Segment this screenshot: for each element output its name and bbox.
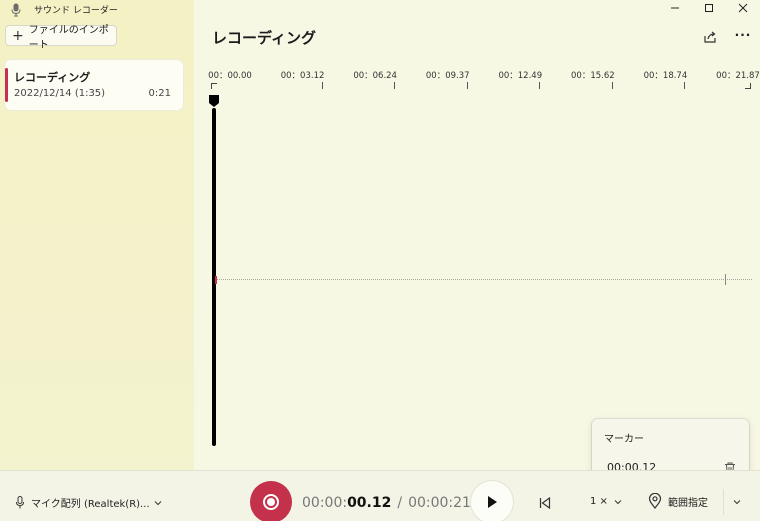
timeline-tick [539,82,541,89]
chevron-down-icon [614,499,622,504]
microphone-label: マイク配列 (Realtek(R)... [31,499,150,510]
range-end-bracket [745,83,751,89]
playback-bar: マイク配列 (Realtek(R)... 00:00:00.12 / 00:00:2… [0,470,760,521]
share-button[interactable] [702,29,718,45]
time-display: 00:00:00.12 / 00:00:21 [302,495,471,511]
more-icon: ··· [734,28,752,42]
record-icon [263,494,279,510]
playback-speed-selector[interactable]: 1 × [590,496,622,507]
record-button[interactable] [250,481,292,521]
chevron-down-icon [733,500,740,505]
marker-panel-title: マーカー [604,434,644,445]
minimize-icon [671,7,679,9]
window-controls [658,0,760,16]
timeline-label: 00：06.24 [353,71,397,81]
play-icon [488,496,497,508]
time-separator: / [397,495,403,511]
timeline-tick [611,82,613,89]
skip-back-button[interactable] [538,495,552,510]
microphone-selector[interactable]: マイク配列 (Realtek(R)... [15,495,162,510]
maximize-icon [705,4,713,12]
timeline-label: 00：09.37 [425,71,470,81]
marker-indicator [215,276,217,284]
microphone-app-icon [10,2,22,17]
import-file-label: ファイルのインポート [28,24,109,51]
share-icon [704,31,716,43]
timeline-label: 00：03.12 [280,71,325,81]
recording-title: レコーディング [212,29,316,47]
timeline-label: 00：21.87 [716,71,760,81]
selected-indicator [5,68,8,102]
play-button[interactable] [471,481,513,521]
chevron-down-icon [154,500,161,505]
maximize-button[interactable] [692,0,726,16]
current-time: 00.12 [347,495,392,511]
recording-list-item[interactable]: レコーディング 2022/12/14 (1:35) 0:21 [5,60,183,110]
title-bar: サウンド レコーダー [10,2,118,17]
range-start-bracket [211,83,217,89]
range-select-label: 範囲指定 [668,497,708,509]
timeline-label: 00：00.00 [208,71,252,81]
skip-back-icon [539,496,551,510]
recording-duration: 0:21 [148,88,171,99]
timeline-tick [321,82,323,89]
minimize-button[interactable] [658,0,692,16]
timeline-tick [684,82,686,89]
range-select-button[interactable]: 範囲指定 [648,493,708,509]
microphone-icon [16,496,24,509]
timeline-tick [466,82,468,89]
close-icon [738,3,748,13]
speed-label: 1 × [590,496,608,507]
timeline-label: 00：18.74 [643,71,688,81]
main-pane: レコーディング ··· 00：00.00 00：03.12 00：06.24 00：0… [194,0,760,470]
waveform-baseline [216,279,752,280]
plus-icon: + [12,27,24,44]
app-title: サウンド レコーダー [34,5,118,16]
playhead-handle[interactable] [209,92,219,107]
close-button[interactable] [726,0,760,16]
sidebar: サウンド レコーダー + ファイルのインポート レコーディング 2022/12/… [0,0,194,470]
location-pin-icon [648,493,662,509]
range-options-button[interactable] [723,489,749,515]
end-marker [725,274,726,285]
more-options-button[interactable]: ··· [734,28,752,44]
total-time: 00:00:21 [408,495,471,511]
recording-name: レコーディング [14,71,91,84]
current-time-prefix: 00:00: [302,495,348,511]
recording-date: 2022/12/14 (1:35) [14,88,106,99]
sound-recorder-app: サウンド レコーダー + ファイルのインポート レコーディング 2022/12/… [0,0,760,521]
timeline-label: 00：15.62 [571,71,615,81]
timeline-tick [394,82,396,89]
timeline-label: 00：12.49 [498,71,543,81]
import-file-button[interactable]: + ファイルのインポート [5,25,117,51]
